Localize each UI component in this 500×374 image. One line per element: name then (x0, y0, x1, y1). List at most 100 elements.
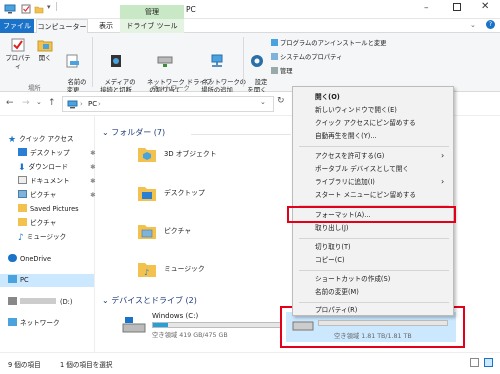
menu-item-rename[interactable]: 名前の変更(M) (315, 287, 359, 298)
nav-downloads[interactable]: ⬇ ダウンロード ✱ (18, 162, 96, 173)
menu-item-portable-device[interactable]: ポータブル デバイスとして開く (315, 164, 409, 175)
group-location-label: 場所 (28, 85, 41, 92)
system-properties-label: システムのプロパティ (280, 54, 343, 61)
menu-item-autoplay[interactable]: 自動再生を開く(Y)... (315, 131, 377, 142)
uninstall-button[interactable]: プログラムのアンインストールと変更 (271, 38, 386, 47)
breadcrumb-pc[interactable]: PC (88, 100, 97, 108)
properties-check-icon[interactable] (21, 4, 31, 14)
drive-c-tile[interactable]: Windows (C:) 空き領域 419 GB/475 GB (120, 311, 290, 343)
help-icon[interactable]: ? (486, 20, 495, 29)
close-button[interactable]: ✕ (481, 1, 489, 12)
menu-item-give-access[interactable]: アクセスを許可する(G) (315, 151, 384, 162)
ribbon-collapse-icon[interactable]: ⌄ (470, 21, 476, 29)
devices-section-header[interactable]: ⌄ デバイスとドライブ (2) (102, 295, 197, 306)
nav-pictures[interactable]: ピクチャ ✱ (18, 190, 96, 201)
download-arrow-icon: ⬇ (18, 163, 26, 173)
3d-objects-icon (138, 148, 156, 162)
star-icon: ★ (8, 135, 17, 145)
forward-arrow-icon[interactable]: → (22, 98, 30, 108)
nav-quick-access[interactable]: ★ クイック アクセス (8, 134, 74, 145)
desktop-icon (18, 148, 27, 156)
menu-item-open-new-window[interactable]: 新しいウィンドウで開く(E) (315, 105, 397, 116)
network-icon (8, 318, 17, 326)
nav-documents[interactable]: ドキュメント ✱ (18, 176, 96, 187)
minimize-button[interactable]: – (424, 3, 429, 13)
context-menu: 開く(O) 新しいウィンドウで開く(E) クイック アクセスにピン留めする 自動… (292, 86, 454, 316)
folder-icon (18, 204, 27, 212)
chevron-down-icon: ⌄ (102, 128, 112, 137)
new-folder-icon[interactable] (34, 4, 44, 14)
large-icons-view-icon[interactable] (484, 358, 493, 367)
system-properties-button[interactable]: システムのプロパティ (271, 52, 342, 61)
nav-saved-pictures[interactable]: Saved Pictures (18, 204, 79, 215)
menu-item-copy[interactable]: コピー(C) (315, 255, 345, 266)
nav-drive-d[interactable]: (D:) (8, 297, 72, 308)
tab-file[interactable]: ファイル (0, 19, 34, 33)
breadcrumb-chevron-icon[interactable]: › (80, 100, 83, 108)
details-view-icon[interactable] (470, 358, 479, 367)
navigation-pane: ★ クイック アクセス デスクトップ ✱ ⬇ ダウンロード ✱ ドキュメント ✱ ピクチャ… (0, 116, 96, 352)
folders-section-header[interactable]: ⌄ フォルダー (7) (102, 127, 165, 138)
manage-label: 管理 (280, 68, 293, 75)
item-count: 9 個の項目 (8, 361, 41, 369)
nav-pc[interactable]: PC (8, 275, 29, 286)
nav-pictures-2[interactable]: ピクチャ (18, 218, 56, 229)
ribbon: プロパティ 開く 名前の 変更 場所 メディアの 接続と切断 ネットワーク ドラ… (0, 33, 500, 94)
uninstall-icon (271, 39, 278, 46)
manage-icon (271, 67, 278, 74)
menu-item-pin-quick-access[interactable]: クイック アクセスにピン留めする (315, 118, 416, 129)
network-location-icon (211, 54, 223, 67)
nav-label: Saved Pictures (30, 205, 79, 213)
media-icon (111, 55, 121, 67)
group-network-label: ネットワーク (152, 85, 190, 92)
address-box[interactable]: › PC › (62, 96, 274, 112)
pin-icon: ✱ (90, 163, 96, 171)
menu-item-pin-start[interactable]: スタート メニューにピン留めする (315, 190, 416, 201)
properties-icon (11, 38, 25, 52)
section-divider (191, 134, 291, 135)
up-arrow-icon[interactable]: ↑ (48, 98, 56, 108)
folder-item[interactable]: 3D オブジェクト (136, 143, 217, 167)
folder-item[interactable]: ♪ ミュージック (136, 258, 205, 282)
nav-onedrive[interactable]: OneDrive (8, 254, 51, 265)
menu-item-eject[interactable]: 取り出し(J) (315, 223, 348, 234)
nav-label: ドキュメント (30, 177, 70, 185)
address-dropdown-icon[interactable]: ⌄ (260, 98, 266, 106)
drive-name-blurred (20, 298, 56, 304)
manage-button[interactable]: 管理 (271, 66, 293, 75)
menu-item-create-shortcut[interactable]: ショートカットの作成(S) (315, 274, 390, 285)
pc-icon (67, 100, 78, 109)
desktop-folder-icon (138, 187, 156, 201)
nav-label: ピクチャ (30, 219, 57, 227)
qat-dropdown-icon[interactable]: ▾ (47, 3, 51, 11)
drive-c-usage-fill (153, 323, 169, 327)
folder-item[interactable]: ピクチャ (136, 220, 191, 244)
menu-item-add-library[interactable]: ライブラリに追加(I) (315, 177, 375, 188)
nav-music[interactable]: ♪ ミュージック (18, 232, 66, 243)
nav-label: ミュージック (26, 233, 67, 241)
nav-network[interactable]: ネットワーク (8, 318, 60, 329)
pin-icon: ✱ (90, 177, 96, 185)
ribbon-divider (243, 37, 244, 87)
menu-item-open[interactable]: 開く(O) (315, 92, 340, 103)
maximize-button[interactable] (453, 3, 461, 11)
drive-icon (8, 297, 17, 305)
back-arrow-icon[interactable]: ← (6, 98, 14, 108)
tab-computer[interactable]: コンピューター (36, 19, 88, 34)
menu-separator (299, 146, 449, 147)
open-label: 開く (38, 55, 52, 62)
selection-count: 1 個の項目を選択 (60, 361, 113, 369)
nav-desktop[interactable]: デスクトップ ✱ (18, 148, 96, 159)
properties-button[interactable]: プロパティ (4, 37, 32, 71)
menu-item-cut[interactable]: 切り取り(T) (315, 242, 351, 253)
tab-view[interactable]: 表示 (92, 19, 120, 33)
recent-dropdown-icon[interactable]: ⌄ (36, 98, 42, 106)
tab-drive-tools[interactable]: ドライブ ツール (120, 19, 184, 33)
breadcrumb-chevron-icon[interactable]: › (98, 100, 101, 108)
menu-item-properties[interactable]: プロパティ(R) (315, 305, 357, 316)
folder-item[interactable]: デスクトップ (136, 182, 205, 206)
refresh-icon[interactable]: ↻ (277, 96, 285, 106)
open-button[interactable]: 開く (34, 37, 56, 63)
status-bar: 9 個の項目 1 個の項目を選択 (0, 352, 500, 374)
cloud-icon (8, 254, 17, 262)
